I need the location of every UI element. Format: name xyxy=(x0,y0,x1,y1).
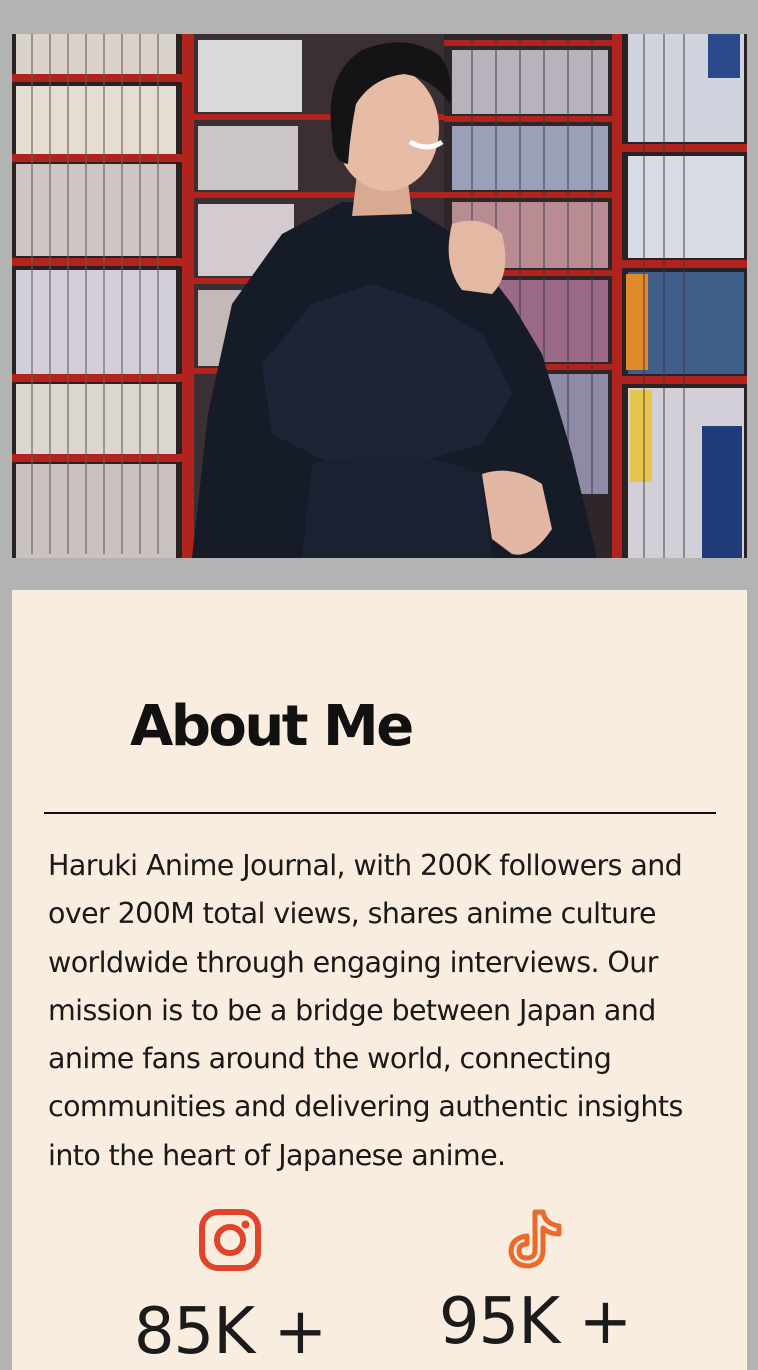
instagram-stat[interactable]: 85K + xyxy=(100,1208,360,1369)
instagram-follower-count: 85K + xyxy=(133,1295,327,1369)
hero-photo xyxy=(12,34,747,558)
tiktok-stat[interactable]: 95K + xyxy=(405,1208,665,1359)
instagram-icon[interactable] xyxy=(198,1208,262,1277)
hero-photo-illustration xyxy=(12,34,747,558)
tiktok-icon[interactable] xyxy=(505,1208,565,1275)
about-title: About Me xyxy=(130,694,414,759)
about-card: About Me Haruki Anime Journal, with 200K… xyxy=(12,590,747,1370)
tiktok-follower-count: 95K + xyxy=(438,1285,632,1359)
about-bio: Haruki Anime Journal, with 200K follower… xyxy=(48,849,683,1172)
title-divider xyxy=(44,812,716,814)
